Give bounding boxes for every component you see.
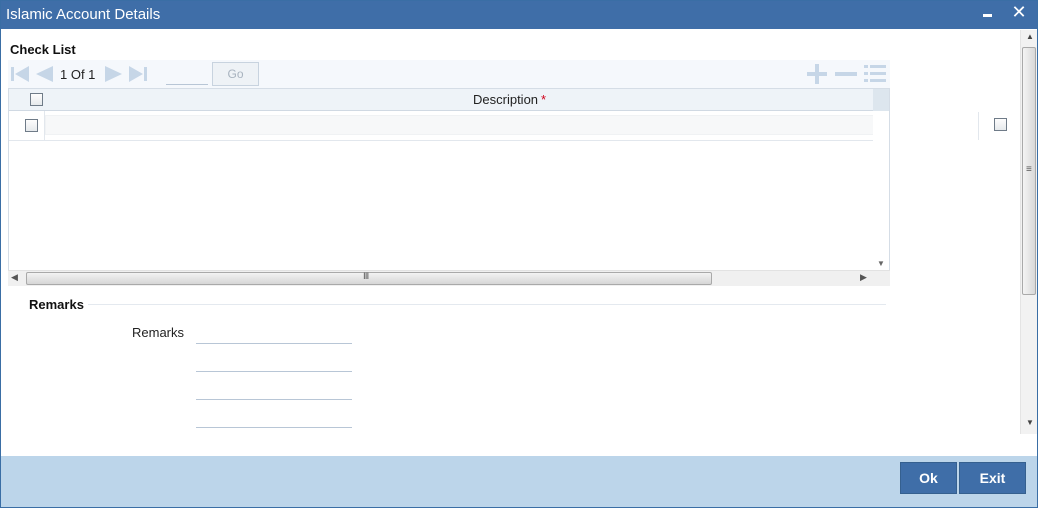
grid-scroll-down-icon[interactable]: ▼ [877,259,885,268]
vertical-scroll-thumb[interactable]: ≡ [1022,47,1036,295]
minimize-icon[interactable] [979,5,997,23]
add-row-icon[interactable] [805,64,829,84]
title-bar[interactable]: Islamic Account Details ✕ [1,1,1037,29]
checklist-grid: Description * ▼ [8,88,890,286]
row-right-divider [978,112,979,140]
row-flag-checkbox[interactable] [994,118,1007,131]
single-view-icon[interactable] [864,64,888,84]
grid-scroll-header-spacer [873,89,889,111]
scroll-grip-icon: ≡ [1026,164,1032,175]
grid-horizontal-scrollbar[interactable]: ◀ Ⅲ ▶ [8,270,890,286]
main-content: Check List 1 Of 1 Go Description * ▼ ◀ Ⅲ… [2,30,1020,456]
select-all-checkbox[interactable] [30,93,43,106]
grid-header: Description * [9,89,873,111]
table-row [9,111,889,141]
islamic-account-details-window: Islamic Account Details ✕ Check List 1 O… [0,0,1038,508]
ok-button[interactable]: Ok [900,462,957,494]
window-vertical-scrollbar[interactable]: ▲ ≡ ▼ [1020,30,1037,434]
column-header-description: Description * [473,92,546,107]
close-icon[interactable]: ✕ [1009,2,1029,22]
grid-vertical-scrollbar[interactable]: ▼ [873,89,889,271]
required-marker: * [541,92,547,107]
delete-row-icon[interactable] [834,64,858,84]
exit-button[interactable]: Exit [959,462,1026,494]
next-page-icon[interactable] [104,65,124,83]
row-select-checkbox[interactable] [25,119,38,132]
horizontal-scroll-thumb[interactable]: Ⅲ [26,271,712,285]
scroll-left-icon[interactable]: ◀ [11,272,18,283]
footer-bar: Ok Exit [1,456,1037,507]
scroll-down-icon[interactable]: ▼ [1026,418,1034,427]
remarks-field-4[interactable] [196,406,352,428]
page-number-input[interactable] [166,67,208,85]
section-divider [88,304,886,305]
remarks-section-title: Remarks [29,297,84,312]
scroll-right-icon[interactable]: ▶ [860,272,867,283]
remarks-field-3[interactable] [196,378,352,400]
checklist-section-title: Check List [10,42,76,57]
remarks-field-1[interactable] [196,322,352,344]
scroll-up-icon[interactable]: ▲ [1026,32,1034,41]
description-cell[interactable] [45,115,889,135]
remarks-label: Remarks [132,325,185,340]
go-button[interactable]: Go [212,62,259,86]
window-title: Islamic Account Details [6,6,161,23]
first-page-icon[interactable] [10,65,30,83]
scroll-grip-icon: Ⅲ [363,271,370,281]
column-header-label: Description [473,92,539,107]
previous-page-icon[interactable] [34,65,54,83]
remarks-field-2[interactable] [196,350,352,372]
last-page-icon[interactable] [128,65,148,83]
checklist-toolbar: 1 Of 1 Go [8,60,890,88]
pager-status: 1 Of 1 [60,67,96,82]
